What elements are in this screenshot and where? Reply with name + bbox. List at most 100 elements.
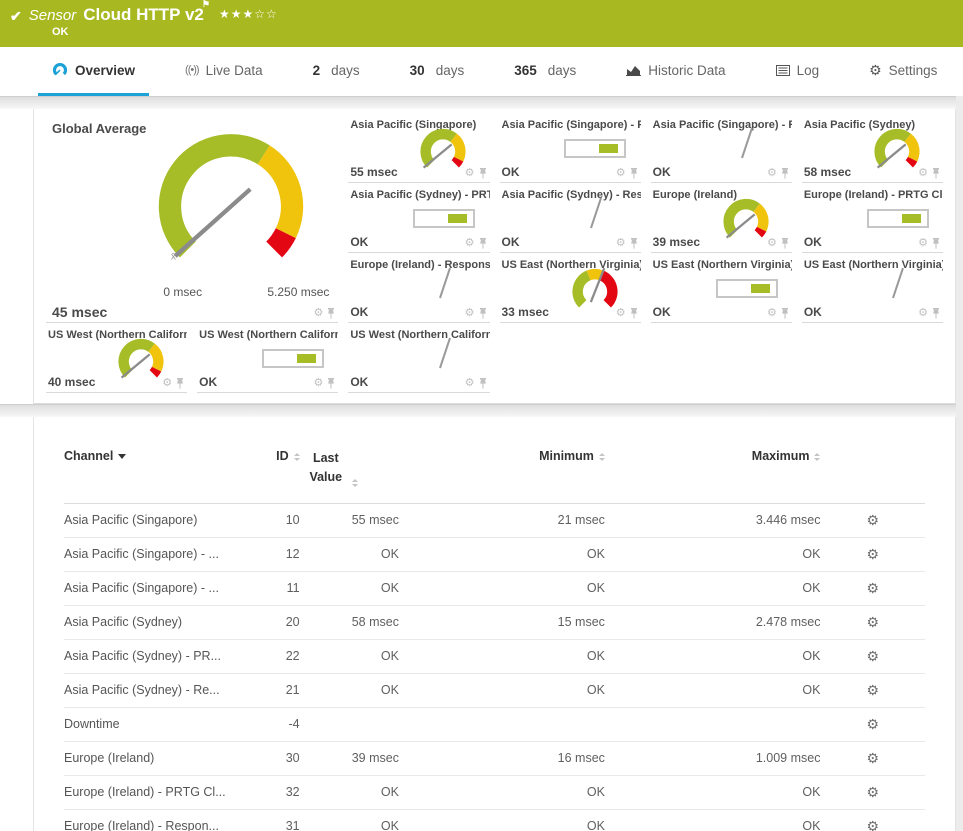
channel-mini-panel[interactable]: US East (Northern Virginia) - ... OK ⚙ bbox=[650, 257, 792, 323]
channel-settings-gear-icon[interactable]: ⚙ bbox=[866, 615, 879, 629]
sort-arrows-icon[interactable] bbox=[351, 478, 394, 487]
channel-value: 55 msec bbox=[350, 165, 398, 179]
channel-settings-gear-icon[interactable]: ⚙ bbox=[866, 717, 879, 731]
column-header-maximum[interactable]: Maximum bbox=[604, 443, 821, 504]
gear-icon[interactable]: ⚙ bbox=[616, 168, 626, 179]
tab-live-data[interactable]: ((•)) Live Data bbox=[171, 47, 277, 96]
pin-icon[interactable] bbox=[932, 238, 940, 249]
gear-icon[interactable]: ⚙ bbox=[465, 308, 475, 319]
column-header-id[interactable]: ID bbox=[251, 443, 300, 504]
priority-stars[interactable]: ★★★☆☆ bbox=[219, 7, 278, 21]
sort-arrows-icon[interactable] bbox=[814, 452, 821, 461]
channel-settings-gear-icon[interactable]: ⚙ bbox=[866, 547, 879, 561]
pin-icon[interactable] bbox=[479, 308, 487, 319]
value-cell bbox=[398, 706, 605, 741]
channel-settings-gear-icon[interactable]: ⚙ bbox=[866, 751, 879, 765]
pin-icon[interactable] bbox=[932, 168, 940, 179]
tab-log[interactable]: Log bbox=[762, 47, 834, 96]
table-row[interactable]: Asia Pacific (Singapore) - ... 12 OK OK OK ⚙ bbox=[64, 536, 925, 571]
value-cell: OK bbox=[604, 808, 821, 831]
channel-settings-gear-icon[interactable]: ⚙ bbox=[866, 785, 879, 799]
pin-icon[interactable] bbox=[781, 238, 789, 249]
tab-historic-data[interactable]: Historic Data bbox=[612, 47, 739, 96]
global-average-gauge: x̄ bbox=[145, 129, 317, 287]
channel-mini-panel[interactable]: Asia Pacific (Singapore) - PR... OK ⚙ bbox=[499, 117, 641, 183]
gear-icon[interactable]: ⚙ bbox=[162, 378, 172, 389]
gear-icon[interactable]: ⚙ bbox=[313, 378, 323, 389]
table-row[interactable]: Downtime -4 ⚙ bbox=[64, 706, 925, 741]
channel-mini-panel[interactable]: US West (Northern California)... OK ⚙ bbox=[197, 327, 339, 393]
pin-icon[interactable] bbox=[327, 308, 335, 319]
table-row[interactable]: Asia Pacific (Singapore) 10 55 msec 21 msec… bbox=[64, 502, 925, 537]
table-row[interactable]: Europe (Ireland) - PRTG Cl... 32 OK OK OK ⚙ bbox=[64, 774, 925, 809]
table-row[interactable]: Asia Pacific (Sydney) 20 58 msec 15 msec 2.4… bbox=[64, 604, 925, 639]
channel-settings-gear-icon[interactable]: ⚙ bbox=[866, 649, 879, 663]
gear-icon[interactable]: ⚙ bbox=[918, 168, 928, 179]
flag-icon[interactable]: ⚑ bbox=[202, 0, 210, 9]
pin-icon[interactable] bbox=[479, 168, 487, 179]
channel-mini-panel[interactable]: US East (Northern Virginia) - ... OK ⚙ bbox=[801, 257, 943, 323]
value-cell: OK bbox=[398, 638, 605, 673]
channel-mini-panel[interactable]: US West (Northern California)... OK ⚙ bbox=[348, 327, 490, 393]
gear-icon[interactable]: ⚙ bbox=[767, 308, 777, 319]
pin-icon[interactable] bbox=[479, 378, 487, 389]
tab-days[interactable]: 30 days bbox=[396, 47, 479, 96]
tab-settings[interactable]: ⚙ Settings bbox=[855, 47, 951, 96]
tab-days[interactable]: 365 days bbox=[500, 47, 590, 96]
pin-icon[interactable] bbox=[781, 308, 789, 319]
pin-icon[interactable] bbox=[479, 238, 487, 249]
pin-icon[interactable] bbox=[327, 378, 335, 389]
table-row[interactable]: Asia Pacific (Singapore) - ... 11 OK OK OK ⚙ bbox=[64, 570, 925, 605]
settings-icon: ⚙ bbox=[869, 62, 882, 78]
channel-mini-panel[interactable]: Europe (Ireland) - PRTG Cloud... OK ⚙ bbox=[801, 187, 943, 253]
tab-days[interactable]: 2 days bbox=[299, 47, 374, 96]
sort-arrows-icon[interactable] bbox=[598, 452, 605, 461]
column-header-last-value[interactable]: Last Value bbox=[299, 443, 399, 504]
gear-icon[interactable]: ⚙ bbox=[918, 238, 928, 249]
pin-icon[interactable] bbox=[630, 308, 638, 319]
column-header-minimum[interactable]: Minimum bbox=[398, 443, 605, 504]
channel-mini-panel[interactable]: Asia Pacific (Singapore) 55 msec ⚙ bbox=[348, 117, 490, 183]
scrollbar-gutter[interactable] bbox=[956, 96, 963, 831]
gear-icon[interactable]: ⚙ bbox=[767, 168, 777, 179]
channel-settings-gear-icon[interactable]: ⚙ bbox=[866, 819, 879, 831]
gear-icon[interactable]: ⚙ bbox=[616, 308, 626, 319]
pin-icon[interactable] bbox=[176, 378, 184, 389]
channel-mini-panel[interactable]: Asia Pacific (Sydney) 58 msec ⚙ bbox=[801, 117, 943, 183]
object-kind-label: Sensor bbox=[28, 7, 77, 24]
channel-mini-panel[interactable]: Europe (Ireland) 39 msec ⚙ bbox=[650, 187, 792, 253]
pin-icon[interactable] bbox=[932, 308, 940, 319]
sort-arrows-icon[interactable] bbox=[293, 452, 300, 461]
gear-icon[interactable]: ⚙ bbox=[767, 238, 777, 249]
channel-settings-gear-icon[interactable]: ⚙ bbox=[866, 513, 879, 527]
pin-icon[interactable] bbox=[630, 168, 638, 179]
gear-icon[interactable]: ⚙ bbox=[616, 238, 626, 249]
sort-caret-icon[interactable] bbox=[118, 454, 127, 460]
column-header-channel[interactable]: Channel bbox=[64, 443, 252, 504]
gear-icon[interactable]: ⚙ bbox=[918, 308, 928, 319]
tab-overview[interactable]: Overview bbox=[38, 47, 150, 96]
channel-mini-panel[interactable]: Europe (Ireland) - Response C... OK ⚙ bbox=[348, 257, 490, 323]
gear-icon[interactable]: ⚙ bbox=[465, 238, 475, 249]
channel-mini-panel[interactable]: US East (Northern Virginia) 33 msec ⚙ bbox=[499, 257, 641, 323]
channel-mini-panel[interactable]: Asia Pacific (Sydney) - Respo... OK ⚙ bbox=[499, 187, 641, 253]
pin-icon[interactable] bbox=[630, 238, 638, 249]
table-row[interactable]: Europe (Ireland) - Respon... 31 OK OK OK ⚙ bbox=[64, 808, 925, 831]
channel-settings-gear-icon[interactable]: ⚙ bbox=[866, 683, 879, 697]
value-cell: 39 msec bbox=[299, 740, 399, 775]
channel-mini-panel[interactable]: US West (Northern California)40 msec⚙ bbox=[46, 327, 188, 393]
gear-icon[interactable]: ⚙ bbox=[465, 378, 475, 389]
gear-icon[interactable]: ⚙ bbox=[313, 308, 323, 319]
toggle-knob bbox=[599, 144, 619, 153]
table-row[interactable]: Europe (Ireland) 30 39 msec 16 msec 1.009 ms… bbox=[64, 740, 925, 775]
status-toggle bbox=[715, 279, 778, 298]
global-gauge-svg: x̄ bbox=[159, 134, 304, 263]
channel-mini-panel[interactable]: Asia Pacific (Singapore) - Res... OK ⚙ bbox=[650, 117, 792, 183]
table-row[interactable]: Asia Pacific (Sydney) - Re... 21 OK OK OK ⚙ bbox=[64, 672, 925, 707]
channel-mini-panel[interactable]: Asia Pacific (Sydney) - PRTG ... OK ⚙ bbox=[348, 187, 490, 253]
value-cell bbox=[299, 706, 399, 741]
channel-settings-gear-icon[interactable]: ⚙ bbox=[866, 581, 879, 595]
gear-icon[interactable]: ⚙ bbox=[465, 168, 475, 179]
pin-icon[interactable] bbox=[781, 168, 789, 179]
table-row[interactable]: Asia Pacific (Sydney) - PR... 22 OK OK OK ⚙ bbox=[64, 638, 925, 673]
